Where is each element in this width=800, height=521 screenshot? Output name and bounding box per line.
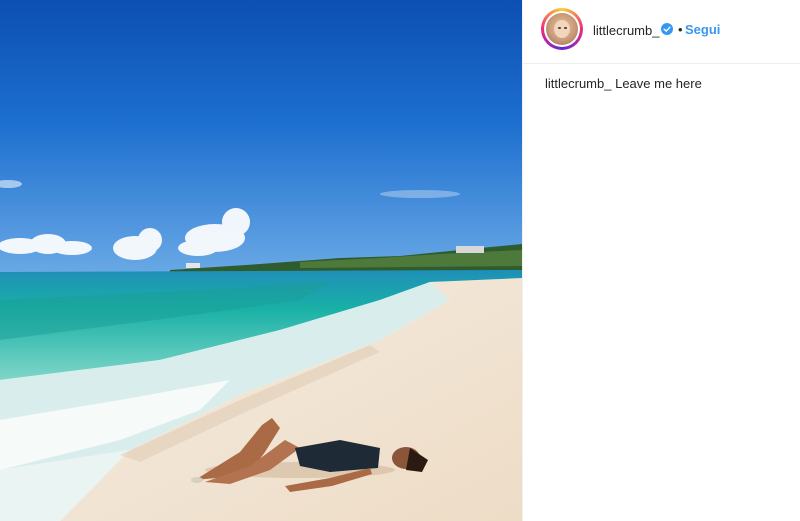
avatar-image [546,13,578,45]
beach-photo-image [0,0,522,521]
avatar[interactable] [541,8,583,50]
avatar-eye [558,27,561,29]
verified-badge-icon [661,23,673,35]
avatar-eye [564,27,567,29]
separator-dot: • [678,22,683,37]
avatar-face [554,20,570,38]
username-link[interactable]: littlecrumb_ [593,23,659,38]
post-photo[interactable] [0,0,522,521]
caption-text: Leave me here [615,76,702,91]
avatar-border [544,11,580,47]
follow-button[interactable]: Segui [685,22,720,37]
post-caption: littlecrumb_ Leave me here [545,76,702,91]
post-header: littlecrumb_ • Segui [523,0,800,64]
post-sidebar: littlecrumb_ • Segui littlecrumb_ Leave … [522,0,800,521]
caption-username-link[interactable]: littlecrumb_ [545,76,611,91]
